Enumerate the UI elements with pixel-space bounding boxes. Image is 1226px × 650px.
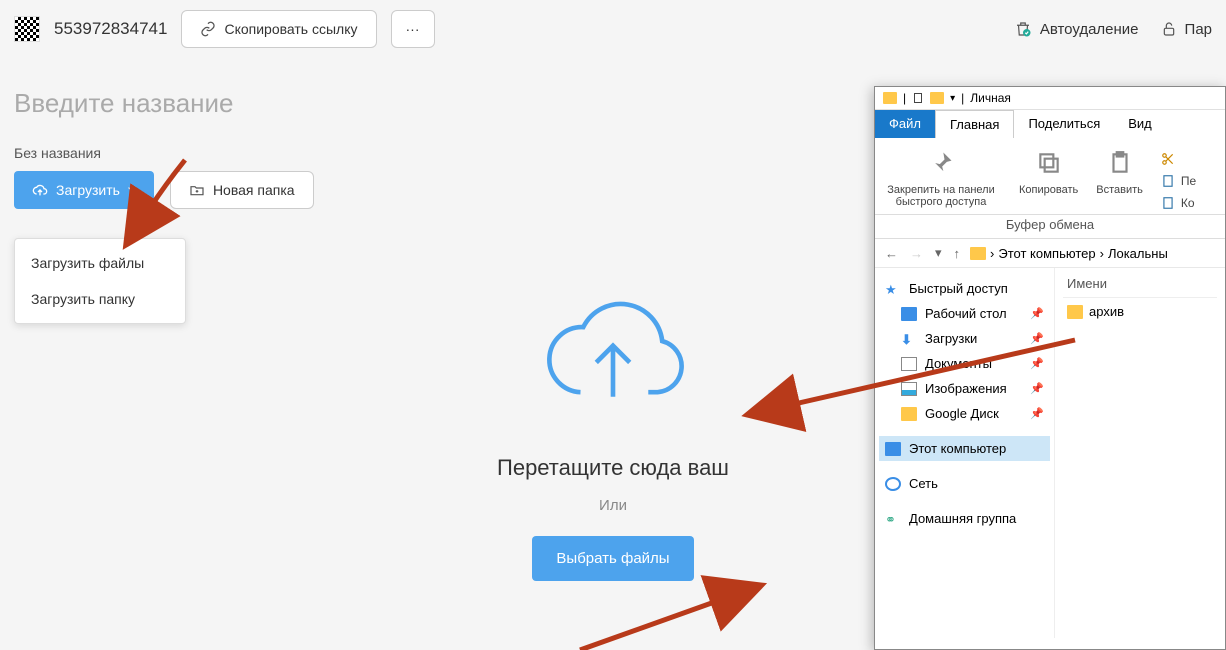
titlebar-sep: | (903, 91, 906, 105)
pin-icon: 📌 (1030, 382, 1044, 395)
copy-link-button[interactable]: Скопировать ссылку (181, 10, 376, 48)
tree-desktop[interactable]: Рабочий стол📌 (879, 301, 1050, 326)
ribbon-tabs: Файл Главная Поделиться Вид (875, 110, 1225, 138)
homegroup-icon: ⚭ (885, 512, 901, 526)
ribbon-paste-label: Вставить (1096, 184, 1143, 196)
folder-plus-icon (189, 182, 205, 198)
tree-pictures[interactable]: Изображения📌 (879, 376, 1050, 401)
pictures-icon (901, 382, 917, 396)
doc-icon (1161, 196, 1175, 210)
dots-icon: ··· (406, 21, 420, 37)
new-folder-button[interactable]: Новая папка (170, 171, 314, 209)
pin-icon (927, 149, 955, 177)
tab-share[interactable]: Поделиться (1014, 110, 1114, 138)
desktop-icon (901, 307, 917, 321)
tree-homegroup[interactable]: ⚭Домашняя группа (879, 506, 1050, 531)
document-id: 553972834741 (54, 19, 167, 39)
folder-icon (930, 92, 944, 104)
ribbon-side: Пе Ко (1161, 146, 1196, 210)
pin-icon: 📌 (1030, 357, 1044, 370)
path-sep: › (1100, 246, 1104, 261)
explorer-file-list: Имени архив (1055, 268, 1225, 638)
ribbon-side1[interactable]: Пе (1161, 174, 1196, 188)
doc-icon (1161, 174, 1175, 188)
path-this-pc[interactable]: Этот компьютер (998, 246, 1095, 261)
password-button[interactable]: Пар (1161, 20, 1212, 38)
path-local[interactable]: Локальны (1108, 246, 1168, 261)
star-icon: ★ (885, 282, 901, 296)
ribbon-pin-label: Закрепить на панели быстрого доступа (881, 184, 1001, 208)
trash-check-icon (1014, 20, 1032, 38)
scissors-icon (1161, 152, 1175, 166)
tab-file[interactable]: Файл (875, 110, 935, 138)
pin-icon: 📌 (1030, 307, 1044, 320)
lock-icon (1161, 20, 1177, 38)
ribbon-side2[interactable]: Ко (1161, 196, 1196, 210)
column-header-name[interactable]: Имени (1063, 276, 1217, 298)
ribbon-paste[interactable]: Вставить (1096, 146, 1143, 210)
explorer-tree: ★Быстрый доступ Рабочий стол📌 ⬇Загрузки📌… (875, 268, 1055, 638)
path-sep: › (990, 246, 994, 261)
copy-link-label: Скопировать ссылку (224, 21, 357, 37)
file-explorer-window: | ▾ | Личная Файл Главная Поделиться Вид… (874, 86, 1226, 650)
nav-forward[interactable]: → (908, 246, 925, 261)
choose-files-button[interactable]: Выбрать файлы (532, 536, 693, 581)
ribbon-copy-label: Копировать (1019, 184, 1078, 196)
cloud-upload-icon (32, 182, 48, 198)
tree-network[interactable]: Сеть (879, 471, 1050, 496)
ribbon-copy[interactable]: Копировать (1019, 146, 1078, 210)
titlebar-sep: | (961, 91, 964, 105)
folder-icon (883, 92, 897, 104)
ribbon: Закрепить на панели быстрого доступа Коп… (875, 138, 1225, 215)
pin-icon: 📌 (1030, 332, 1044, 345)
new-folder-label: Новая папка (213, 182, 295, 198)
nav-recent[interactable]: ▾ (933, 245, 944, 261)
password-label: Пар (1185, 21, 1212, 38)
network-icon (885, 477, 901, 491)
folder-icon (901, 407, 917, 421)
pc-icon (885, 442, 901, 456)
folder-icon (1067, 305, 1083, 319)
paste-icon (1107, 150, 1133, 176)
tab-home[interactable]: Главная (935, 110, 1014, 138)
address-path[interactable]: › Этот компьютер › Локальны (970, 246, 1168, 261)
tree-gdrive[interactable]: Google Диск📌 (879, 401, 1050, 426)
tab-view[interactable]: Вид (1114, 110, 1166, 138)
chevron-down-icon: ▾ (950, 93, 955, 104)
document-icon (901, 357, 917, 371)
file-name: архив (1089, 304, 1124, 319)
ribbon-group-caption: Буфер обмена (875, 215, 1225, 239)
tree-this-pc[interactable]: Этот компьютер (879, 436, 1050, 461)
explorer-body: ★Быстрый доступ Рабочий стол📌 ⬇Загрузки📌… (875, 268, 1225, 638)
top-right-controls: Автоудаление Пар (1014, 20, 1212, 38)
ribbon-cut[interactable] (1161, 152, 1196, 166)
tree-quick-access[interactable]: ★Быстрый доступ (879, 276, 1050, 301)
copy-icon (1036, 150, 1062, 176)
link-icon (200, 21, 216, 37)
tree-downloads[interactable]: ⬇Загрузки📌 (879, 326, 1050, 351)
explorer-titlebar[interactable]: | ▾ | Личная (875, 87, 1225, 110)
top-bar: 553972834741 Скопировать ссылку ··· Авто… (0, 0, 1226, 58)
tree-documents[interactable]: Документы📌 (879, 351, 1050, 376)
autodelete-label: Автоудаление (1040, 21, 1139, 38)
ribbon-pin[interactable]: Закрепить на панели быстрого доступа (881, 146, 1001, 210)
window-title: Личная (970, 91, 1011, 105)
nav-up[interactable]: ↑ (952, 246, 963, 261)
chevron-down-icon (128, 186, 136, 194)
folder-icon (970, 247, 986, 260)
explorer-address-bar: ← → ▾ ↑ › Этот компьютер › Локальны (875, 239, 1225, 268)
upload-button[interactable]: Загрузить (14, 171, 154, 209)
qr-code-icon (14, 16, 40, 42)
doc-icon (912, 92, 924, 104)
more-button[interactable]: ··· (391, 10, 435, 48)
autodelete-button[interactable]: Автоудаление (1014, 20, 1139, 38)
download-icon: ⬇ (901, 332, 917, 346)
pin-icon: 📌 (1030, 407, 1044, 420)
upload-label: Загрузить (56, 182, 120, 198)
file-item-archive[interactable]: архив (1063, 298, 1217, 325)
nav-back[interactable]: ← (883, 246, 900, 261)
